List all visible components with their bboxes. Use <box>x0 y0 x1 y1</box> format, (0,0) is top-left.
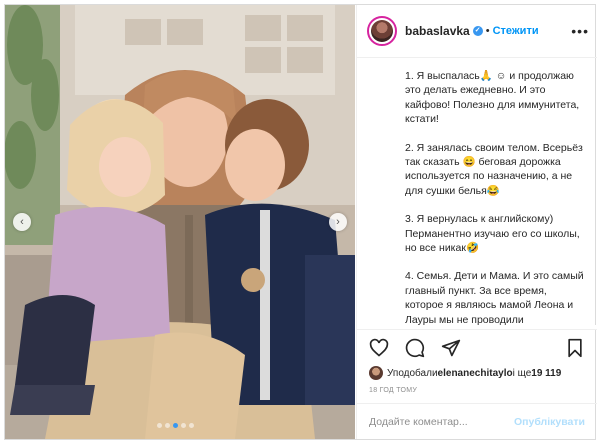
action-icons <box>369 338 461 358</box>
caption-paragraph: 4. Семья. Дети и Мама. И это самый главн… <box>405 270 584 329</box>
likes-count-link[interactable]: 19 119 <box>531 368 561 379</box>
likes-middle: і ще <box>512 367 532 379</box>
instagram-post: ‹ › babaslavka ✓ • Стежити ••• 1. Я высп… <box>4 4 597 440</box>
liker-avatar[interactable] <box>369 366 383 380</box>
carousel-dot <box>157 423 162 428</box>
verified-badge-icon: ✓ <box>472 26 483 36</box>
comment-icon[interactable] <box>405 338 425 358</box>
follow-button[interactable]: Стежити <box>493 25 539 37</box>
previous-slide-button[interactable]: ‹ <box>13 213 31 231</box>
username-link[interactable]: babaslavka <box>405 24 470 38</box>
publish-button[interactable]: Опублікувати <box>514 416 585 428</box>
next-slide-button[interactable]: › <box>329 213 347 231</box>
likes-prefix: Уподобали <box>387 367 438 379</box>
likes-summary: Уподобали elenanechitaylo і ще 19 119 <box>369 366 561 380</box>
caption-paragraph: 1. Я выспалась🙏 ☺ и продолжаю это делать… <box>405 70 580 126</box>
avatar-image <box>371 20 393 42</box>
post-timestamp[interactable]: 18 ГОД ТОМУ <box>369 387 417 394</box>
chevron-left-icon: ‹ <box>20 216 24 228</box>
carousel-dot <box>165 423 170 428</box>
post-side-panel: babaslavka ✓ • Стежити ••• 1. Я выспалас… <box>356 5 597 439</box>
comment-input[interactable] <box>369 415 514 428</box>
post-photo[interactable]: ‹ › <box>5 5 355 439</box>
caption-paragraph: 2. Я занялась своим телом. Всерьёз так с… <box>405 141 583 197</box>
post-actions: Уподобали elenanechitaylo і ще 19 119 18… <box>357 329 597 409</box>
post-header: babaslavka ✓ • Стежити ••• <box>357 5 597 58</box>
avatar[interactable] <box>367 16 397 46</box>
heart-icon[interactable] <box>369 338 389 358</box>
share-icon[interactable] <box>441 338 461 358</box>
header-separator: • <box>485 25 490 37</box>
chevron-right-icon: › <box>336 216 340 228</box>
family-photo <box>5 5 355 439</box>
carousel-dot <box>181 423 186 428</box>
post-caption: 1. Я выспалась🙏 ☺ и продолжаю это делать… <box>357 59 597 329</box>
more-options-icon[interactable]: ••• <box>571 23 589 39</box>
caption-paragraph: 3. Я вернулась к английскому) Перманентн… <box>405 213 580 255</box>
carousel-indicator <box>157 423 194 428</box>
bookmark-icon[interactable] <box>565 338 585 358</box>
liker-username-link[interactable]: elenanechitaylo <box>438 368 513 379</box>
carousel-dot-active <box>173 423 178 428</box>
comment-form: Опублікувати <box>357 403 597 439</box>
carousel-dot <box>189 423 194 428</box>
